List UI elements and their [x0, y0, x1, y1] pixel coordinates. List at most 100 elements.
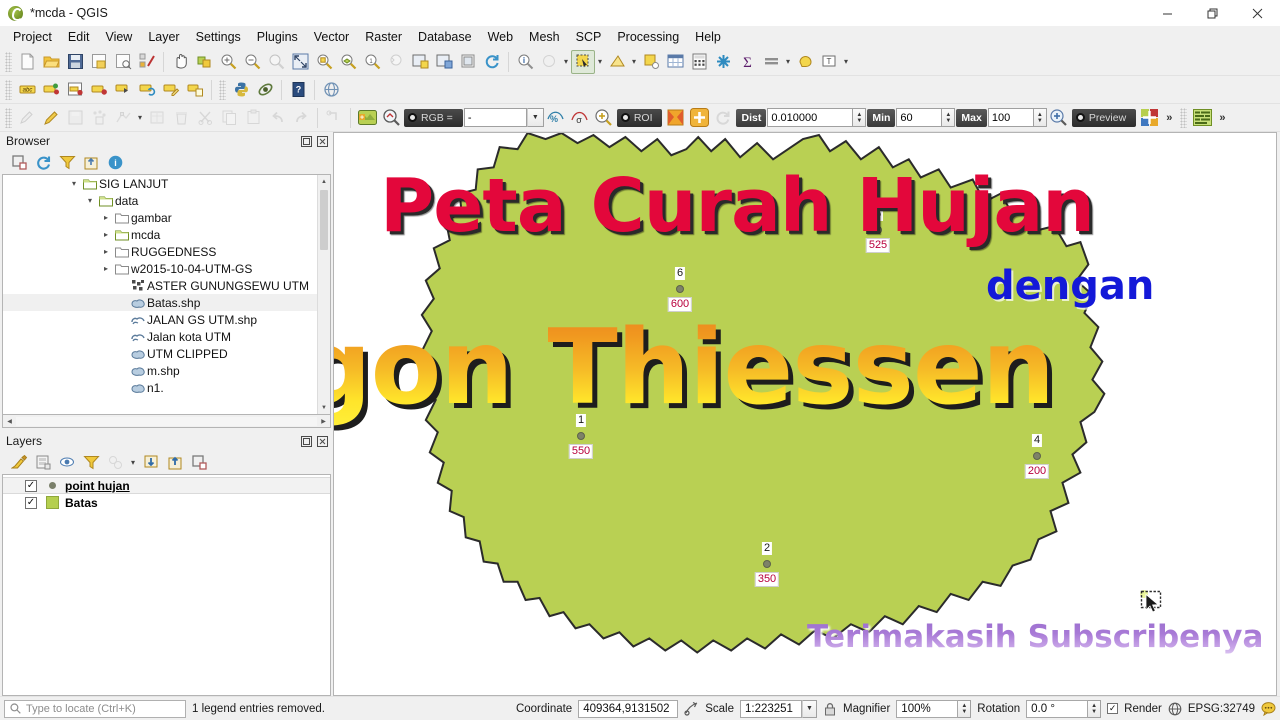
browser-tree-item[interactable]: ▸ RUGGEDNESS	[3, 243, 330, 260]
change-label-properties-icon[interactable]	[183, 78, 207, 102]
show-hide-labels-icon[interactable]	[87, 78, 111, 102]
browser-vertical-scrollbar[interactable]: ▲ ▼	[317, 175, 330, 414]
scale-dropdown-arrow-icon[interactable]: ▼	[801, 699, 817, 718]
rainfall-point-symbol[interactable]	[874, 226, 882, 234]
zoom-out-icon[interactable]	[240, 50, 264, 74]
save-project-icon[interactable]	[63, 50, 87, 74]
scp-min-input[interactable]: 60	[896, 108, 943, 127]
move-label-icon[interactable]	[111, 78, 135, 102]
rotation-value[interactable]: 0.0 °	[1026, 699, 1089, 718]
browser-refresh-icon[interactable]	[32, 152, 54, 173]
expand-all-icon[interactable]	[140, 452, 162, 473]
scp-percent-stretch-icon[interactable]: %	[544, 106, 568, 130]
magnifier-spinner[interactable]: ▲ ▼	[958, 699, 972, 718]
save-project-as-icon[interactable]	[87, 50, 111, 74]
undo-icon[interactable]	[265, 106, 289, 130]
toggle-editing-icon[interactable]	[39, 106, 63, 130]
browser-tree-item[interactable]: m.shp	[3, 362, 330, 379]
tree-twisty-icon[interactable]: ▸	[99, 247, 113, 256]
identify-features-icon[interactable]: i	[513, 50, 537, 74]
browser-tree-item[interactable]: ▸ gambar	[3, 209, 330, 226]
coordinate-value[interactable]: 409364,9131502	[578, 699, 679, 718]
lock-icon[interactable]	[823, 702, 837, 716]
paste-features-icon[interactable]	[241, 106, 265, 130]
show-map-tips-icon[interactable]	[759, 50, 783, 74]
help-contents-icon[interactable]: ?	[286, 78, 310, 102]
select-features-icon[interactable]	[571, 49, 595, 74]
zoom-to-layer-icon[interactable]	[336, 50, 360, 74]
menu-help[interactable]: Help	[687, 26, 729, 48]
scp-dist-spinner[interactable]: ▲ ▼	[853, 108, 867, 127]
menu-vector[interactable]: Vector	[306, 26, 357, 48]
menu-view[interactable]: View	[97, 26, 140, 48]
filter-legend-icon[interactable]	[80, 452, 102, 473]
menu-raster[interactable]: Raster	[357, 26, 410, 48]
toolbar-overflow-icon[interactable]: »	[1214, 112, 1230, 124]
processing-toolbox-icon[interactable]	[711, 50, 735, 74]
layer-labeling-options-icon[interactable]: abc	[15, 78, 39, 102]
browser-tree-item[interactable]: ASTER GUNUNGSEWU UTM	[3, 277, 330, 294]
select-expression-dropdown-arrow-icon[interactable]: ▾	[629, 50, 639, 74]
scp-max-spinner[interactable]: ▲ ▼	[1033, 108, 1047, 127]
new-map-view-icon[interactable]	[408, 50, 432, 74]
scp-redo-roi-icon[interactable]	[711, 106, 735, 130]
copy-features-icon[interactable]	[217, 106, 241, 130]
browser-tree-item[interactable]: ▾ data	[3, 192, 330, 209]
crs-label[interactable]: EPSG:32749	[1188, 703, 1255, 715]
plugin-manager-icon[interactable]	[253, 78, 277, 102]
new-project-icon[interactable]	[15, 50, 39, 74]
measure-dropdown-arrow-icon[interactable]: ▾	[561, 50, 571, 74]
scp-dist-input[interactable]: 0.010000	[767, 108, 854, 127]
toolbar-grip[interactable]	[5, 51, 12, 72]
scp-create-roi-icon[interactable]	[687, 106, 711, 130]
open-layer-styling-icon[interactable]	[8, 452, 30, 473]
browser-add-selected-layers-icon[interactable]	[8, 152, 30, 173]
add-feature-icon[interactable]	[87, 106, 111, 130]
menu-scp[interactable]: SCP	[568, 26, 610, 48]
browser-tree-item[interactable]: ▸ mcda	[3, 226, 330, 243]
delete-selected-icon[interactable]	[169, 106, 193, 130]
rainfall-point-symbol[interactable]	[577, 432, 585, 440]
scp-zoom-preview-icon[interactable]	[1047, 106, 1071, 130]
rgb-combo-input[interactable]: -	[463, 108, 527, 127]
zoom-full-icon[interactable]	[288, 50, 312, 74]
layer-visibility-checkbox[interactable]: ✓	[25, 479, 37, 492]
rainfall-point-symbol[interactable]	[763, 560, 771, 568]
change-label-icon[interactable]	[159, 78, 183, 102]
open-attribute-table-icon[interactable]	[663, 50, 687, 74]
scp-dock-icon[interactable]: +	[355, 106, 379, 130]
toggle-extents-icon[interactable]	[684, 701, 699, 716]
browser-tree-item[interactable]: Jalan kota UTM	[3, 328, 330, 345]
pan-to-selection-icon[interactable]	[192, 50, 216, 74]
scroll-left-icon[interactable]: ◀	[3, 418, 16, 425]
browser-tree[interactable]: ▾ SIG LANJUT ▾ data ▸ gambar ▸ mcda ▸ RUGGEDNESS ▸…	[2, 174, 331, 415]
pan-map-icon[interactable]	[168, 50, 192, 74]
tree-twisty-icon[interactable]: ▾	[83, 196, 97, 205]
zoom-in-icon[interactable]	[216, 50, 240, 74]
legend-filter-dropdown-arrow-icon[interactable]: ▾	[128, 450, 138, 474]
toolbar-grip[interactable]	[1180, 107, 1188, 128]
browser-properties-icon[interactable]: i	[104, 152, 126, 173]
collapse-all-icon[interactable]	[164, 452, 186, 473]
toolbar-grip[interactable]	[5, 79, 12, 100]
scroll-thumb[interactable]	[320, 190, 328, 250]
measure-icon[interactable]	[537, 50, 561, 74]
browser-filter-icon[interactable]	[56, 152, 78, 173]
scp-zoom-to-preview-icon[interactable]	[592, 106, 616, 130]
maximize-button[interactable]	[1190, 0, 1235, 26]
qgis-website-icon[interactable]	[319, 78, 343, 102]
layers-close-icon[interactable]	[316, 435, 329, 448]
zoom-previous-icon[interactable]	[384, 50, 408, 74]
layers-list[interactable]: ✓ point hujan ✓ Batas	[2, 474, 331, 696]
select-by-expression-icon[interactable]	[605, 50, 629, 74]
redo-icon[interactable]	[289, 106, 313, 130]
tree-twisty-icon[interactable]: ▸	[99, 213, 113, 222]
scp-activate-pointer-icon[interactable]	[663, 106, 687, 130]
scp-toolbar-overflow-icon[interactable]: »	[1161, 112, 1177, 124]
save-layer-edits-icon[interactable]	[63, 106, 87, 130]
magnifier-value[interactable]: 100%	[896, 699, 959, 718]
rainfall-point-symbol[interactable]	[1033, 452, 1041, 460]
browser-tree-item[interactable]: n1.	[3, 379, 330, 396]
current-edits-icon[interactable]	[15, 106, 39, 130]
browser-tree-item[interactable]: UTM CLIPPED	[3, 345, 330, 362]
